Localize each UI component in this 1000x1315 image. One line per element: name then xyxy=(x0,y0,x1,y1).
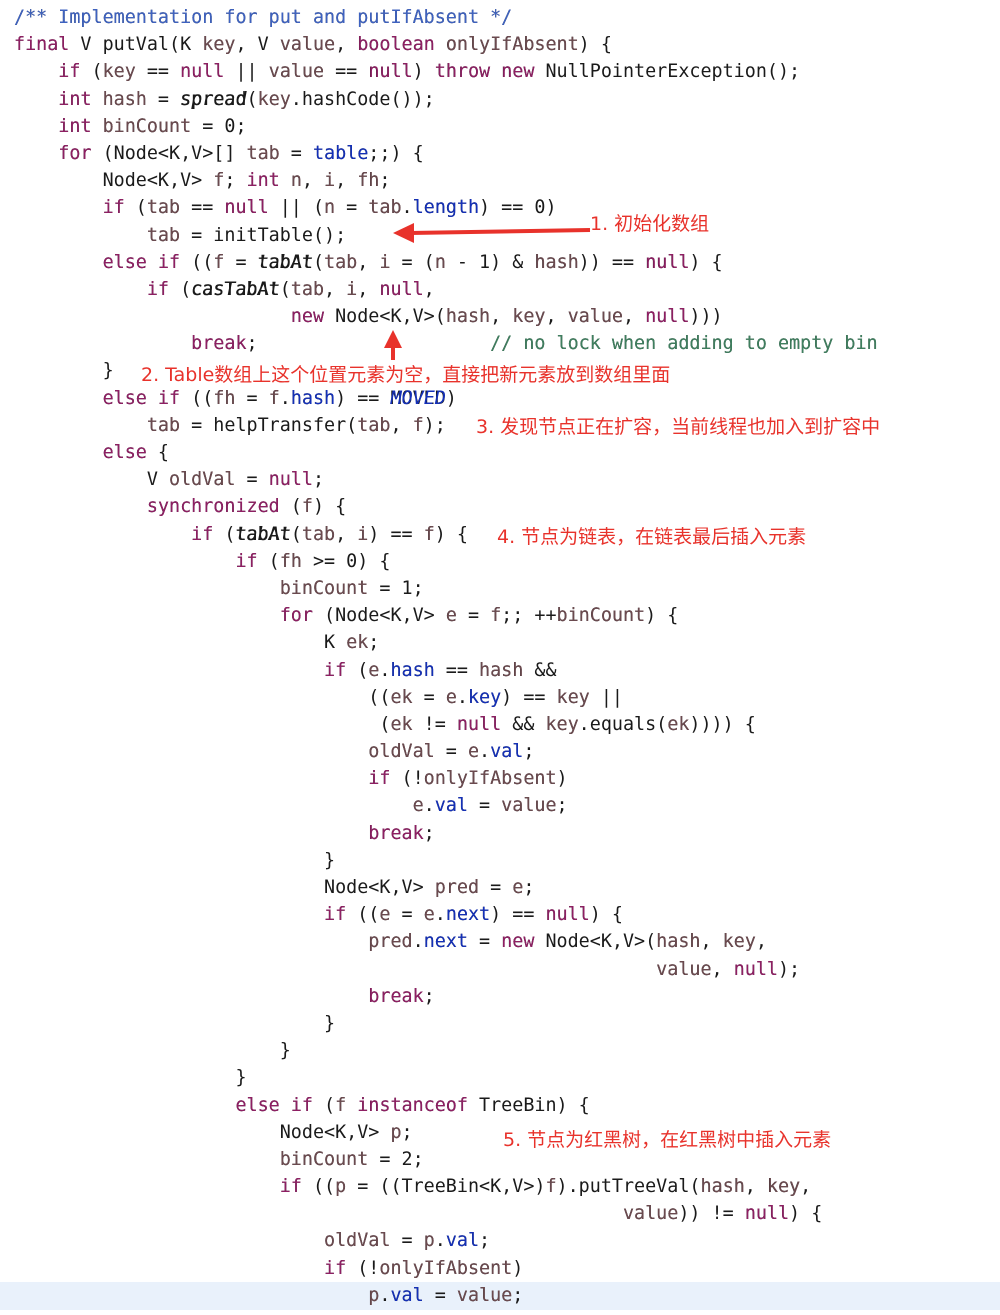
code-line: else { xyxy=(14,442,170,463)
code-line: break; xyxy=(14,985,435,1007)
code-line: if (e.hash == hash && xyxy=(14,659,557,681)
code-line: break; // no lock when adding to empty b… xyxy=(14,333,878,355)
code-line: synchronized (f) { xyxy=(14,496,347,518)
annotation-help-transfer: 3. 发现节点正在扩容，当前线程也加入到扩容中 xyxy=(476,416,881,438)
code-editor: /** Implementation for put and putIfAbse… xyxy=(14,4,1000,1309)
code-line: final V putVal(K key, V value, boolean o… xyxy=(14,34,612,56)
code-line: if (fh >= 0) { xyxy=(14,550,391,572)
code-line: if ((e = e.next) == null) { xyxy=(14,904,623,926)
code-line: if (!onlyIfAbsent) xyxy=(14,768,568,790)
annotation-linked-list: 4. 节点为链表，在链表最后插入元素 xyxy=(497,526,807,548)
code-line: oldVal = p.val; xyxy=(14,1230,491,1252)
code-line: new Node<K,V>(hash, key, value, null))) xyxy=(14,306,723,328)
code-line: int hash = spread(key.hashCode()); xyxy=(14,88,435,110)
code-line: ((ek = e.key) == key || xyxy=(14,686,623,708)
code-line: oldVal = e.val; xyxy=(14,741,535,763)
code-line: if ((p = ((TreeBin<K,V>)f).putTreeVal(ha… xyxy=(14,1176,812,1198)
code-line: V oldVal = null; xyxy=(14,469,325,491)
code-line: for (Node<K,V>[] tab = table;;) { xyxy=(14,142,424,164)
code-line: p.val = value; xyxy=(14,1284,524,1306)
code-line: } xyxy=(14,1067,247,1089)
code-line: (ek != null && key.equals(ek)))) { xyxy=(14,713,756,735)
code-line: if (casTabAt(tab, i, null, xyxy=(14,278,435,300)
annotation-tree-bin: 5. 节点为红黑树，在红黑树中插入元素 xyxy=(503,1129,832,1151)
code-line: tab = initTable(); xyxy=(14,224,347,246)
code-line: if (tab == null || (n = tab.length) == 0… xyxy=(14,197,557,219)
code-line: else if ((f = tabAt(tab, i = (n - 1) & h… xyxy=(14,251,723,273)
code-line: pred.next = new Node<K,V>(hash, key, xyxy=(14,931,767,953)
code-line: binCount = 1; xyxy=(14,577,424,599)
code-line: } xyxy=(14,1040,291,1062)
code-line: else if (f instanceof TreeBin) { xyxy=(14,1094,590,1116)
code-line: Node<K,V> pred = e; xyxy=(14,877,535,898)
code-line: if (key == null || value == null) throw … xyxy=(14,61,801,83)
code-line: break; xyxy=(14,822,435,844)
code-line: int binCount = 0; xyxy=(14,115,247,137)
code-line: value, null); xyxy=(14,958,801,980)
code-line: e.val = value; xyxy=(14,795,568,817)
code-line: /** Implementation for put and putIfAbse… xyxy=(14,7,513,28)
annotation-empty-bin: 2. Table数组上这个位置元素为空，直接把新元素放到数组里面 xyxy=(141,364,671,386)
code-line: Node<K,V> f; int n, i, fh; xyxy=(14,170,391,192)
code-line: value)) != null) { xyxy=(14,1203,823,1225)
code-line: else if ((fh = f.hash) == MOVED) xyxy=(14,387,457,409)
annotation-init-table: 1. 初始化数组 xyxy=(590,213,710,235)
code-line: } xyxy=(14,1012,336,1034)
code-line: K ek; xyxy=(14,632,380,654)
code-line: if (!onlyIfAbsent) xyxy=(14,1257,524,1279)
code-line: for (Node<K,V> e = f;; ++binCount) { xyxy=(14,605,679,627)
code-line: } xyxy=(14,849,336,871)
